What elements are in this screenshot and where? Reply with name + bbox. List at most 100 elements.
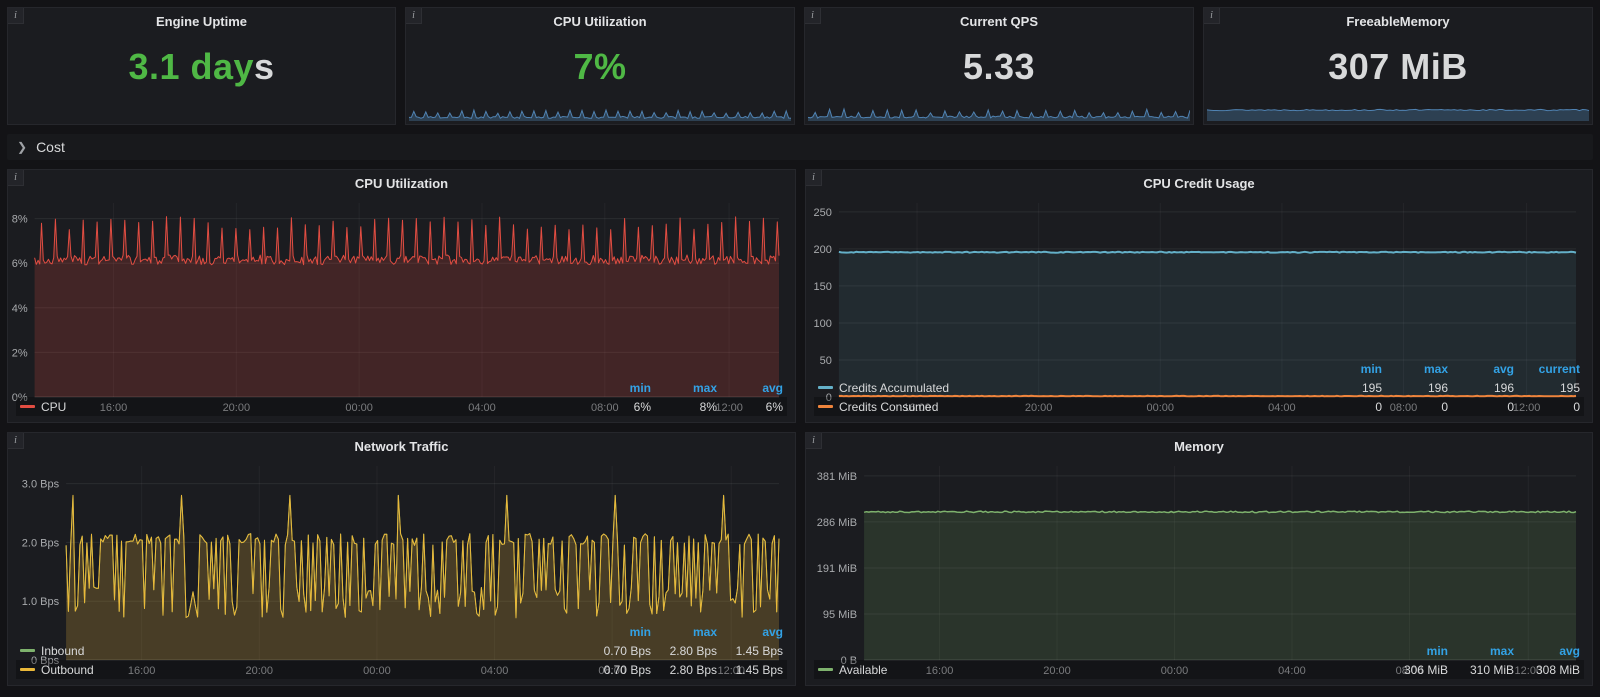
- legend-header: min max avg: [16, 378, 787, 397]
- legend-header: min max avg: [814, 641, 1584, 660]
- chart-panel-cpu-utilization: i CPU Utilization 16:00 20:00 00:00 04:00 08…: [7, 169, 796, 423]
- legend-col-max[interactable]: max: [651, 625, 717, 639]
- svg-text:200: 200: [814, 244, 832, 256]
- legend-series-label: Credits Consumed: [839, 399, 939, 414]
- svg-text:95 MiB: 95 MiB: [823, 609, 857, 621]
- legend-col-current[interactable]: current: [1514, 362, 1580, 376]
- legend-value: 0: [1375, 399, 1382, 414]
- legend-col-avg[interactable]: avg: [1448, 362, 1514, 376]
- legend-value: 310 MiB: [1469, 662, 1514, 677]
- chart-plot-area[interactable]: 16:00 20:00 00:00 04:00 08:00 12:00 0 Bps 1.0 B…: [12, 458, 791, 677]
- legend-value: 0: [1507, 399, 1514, 414]
- legend-series-inbound[interactable]: Inbound: [20, 644, 585, 658]
- legend-value: 196: [1493, 380, 1514, 395]
- legend-series-label: Available: [839, 662, 888, 677]
- legend-value: 308 MiB: [1535, 662, 1580, 677]
- stat-panel-current-qps: i Current QPS 5.33: [804, 7, 1194, 125]
- row-label: Cost: [36, 139, 65, 155]
- legend-col-avg[interactable]: avg: [717, 625, 783, 639]
- legend-col-min[interactable]: min: [585, 381, 651, 395]
- panel-title[interactable]: Network Traffic: [8, 433, 795, 458]
- legend-header: min max avg current: [814, 359, 1584, 378]
- svg-text:4%: 4%: [12, 303, 28, 315]
- legend-value: 1.45 Bps: [735, 662, 783, 677]
- legend-series-available[interactable]: Available: [818, 663, 1382, 677]
- panel-title[interactable]: Current QPS: [805, 8, 1193, 33]
- chart-plot-area[interactable]: 16:00 20:00 00:00 04:00 08:00 12:00 0 50 100 150 2…: [810, 195, 1588, 414]
- legend-row: Credits Consumed 0 0 0 0: [814, 397, 1584, 416]
- legend-col-max[interactable]: max: [1448, 644, 1514, 658]
- info-icon[interactable]: i: [406, 8, 422, 24]
- svg-text:6%: 6%: [12, 258, 28, 270]
- legend-col-min[interactable]: min: [585, 625, 651, 639]
- legend-value: 8%: [699, 399, 717, 414]
- dashboard: i Engine Uptime 3.1 days i CPU Utilizati…: [0, 0, 1600, 697]
- stat-value: 5.33: [962, 46, 1036, 87]
- series-color-dash: [818, 386, 833, 389]
- legend-value: 0: [1573, 399, 1580, 414]
- legend-row: Available 306 MiB 310 MiB 308 MiB: [814, 660, 1584, 679]
- legend-row: CPU 6% 8% 6%: [16, 397, 787, 416]
- legend-value: 0: [1441, 399, 1448, 414]
- legend-header: min max avg: [16, 622, 787, 641]
- legend-series-outbound[interactable]: Outbound: [20, 663, 585, 677]
- panel-title[interactable]: FreeableMemory: [1204, 8, 1592, 33]
- legend-value: 195: [1559, 380, 1580, 395]
- legend: min max avg CPU 6% 8% 6%: [8, 377, 795, 422]
- stat-value: 7%: [573, 46, 627, 87]
- panel-title[interactable]: CPU Utilization: [8, 170, 795, 195]
- panel-title[interactable]: Memory: [806, 433, 1592, 458]
- panel-title[interactable]: CPU Credit Usage: [806, 170, 1592, 195]
- legend-col-min[interactable]: min: [1382, 644, 1448, 658]
- stat-value: 3.1 days: [128, 46, 275, 87]
- info-icon[interactable]: i: [806, 170, 822, 186]
- svg-text:2.0 Bps: 2.0 Bps: [22, 537, 60, 549]
- svg-text:381 MiB: 381 MiB: [817, 471, 857, 483]
- svg-text:1.0 Bps: 1.0 Bps: [22, 596, 60, 608]
- series-color-dash: [818, 668, 833, 671]
- svg-text:150: 150: [814, 281, 832, 293]
- legend-series-credits-accumulated[interactable]: Credits Accumulated: [818, 381, 1316, 395]
- row-toggle-cost[interactable]: ❯ Cost: [7, 134, 1593, 160]
- info-icon[interactable]: i: [1204, 8, 1220, 24]
- stat-value: 307 MiB: [1328, 46, 1468, 87]
- panel-title[interactable]: CPU Utilization: [406, 8, 794, 33]
- stat-panel-engine-uptime: i Engine Uptime 3.1 days: [7, 7, 396, 125]
- legend-col-min[interactable]: min: [1316, 362, 1382, 376]
- legend-series-cpu[interactable]: CPU: [20, 400, 585, 414]
- legend-value: 0.70 Bps: [603, 662, 651, 677]
- info-icon[interactable]: i: [8, 170, 24, 186]
- legend-col-avg[interactable]: avg: [717, 381, 783, 395]
- legend-value: 196: [1427, 380, 1448, 395]
- svg-text:250: 250: [814, 207, 832, 219]
- legend-value: 6%: [633, 399, 651, 414]
- sparkline: [11, 101, 392, 121]
- legend-col-max[interactable]: max: [1382, 362, 1448, 376]
- chart-plot-area[interactable]: 16:00 20:00 00:00 04:00 08:00 12:00 0% 2% 4% 6% 8%: [12, 195, 791, 414]
- chart-plot-area[interactable]: 16:00 20:00 00:00 04:00 08:00 12:00 0 B 95 MiB 1…: [810, 458, 1588, 677]
- info-icon[interactable]: i: [806, 433, 822, 449]
- svg-text:100: 100: [814, 318, 832, 330]
- legend-col-max[interactable]: max: [651, 381, 717, 395]
- legend-value: 2.80 Bps: [669, 643, 717, 658]
- info-icon[interactable]: i: [805, 8, 821, 24]
- legend-series-credits-consumed[interactable]: Credits Consumed: [818, 400, 1316, 414]
- legend-row: Credits Accumulated 195 196 196 195: [814, 378, 1584, 397]
- legend-value: 0.70 Bps: [603, 643, 651, 658]
- chart-panel-cpu-credit-usage: i CPU Credit Usage 16:00 20:00 00:00 04:00 0…: [805, 169, 1593, 423]
- stat-row: i Engine Uptime 3.1 days i CPU Utilizati…: [7, 7, 1593, 125]
- info-icon[interactable]: i: [8, 433, 24, 449]
- legend-col-avg[interactable]: avg: [1514, 644, 1580, 658]
- svg-text:2%: 2%: [12, 347, 28, 359]
- svg-text:286 MiB: 286 MiB: [817, 517, 857, 529]
- sparkline: [808, 101, 1190, 121]
- panel-title[interactable]: Engine Uptime: [8, 8, 395, 33]
- series-color-dash: [818, 405, 833, 408]
- legend-row: Outbound 0.70 Bps 2.80 Bps 1.45 Bps: [16, 660, 787, 679]
- legend-series-label: CPU: [41, 399, 67, 414]
- series-color-dash: [20, 405, 35, 408]
- legend-value: 1.45 Bps: [735, 643, 783, 658]
- stat-panel-cpu-utilization: i CPU Utilization 7%: [405, 7, 795, 125]
- legend-value: 6%: [765, 399, 783, 414]
- info-icon[interactable]: i: [8, 8, 24, 24]
